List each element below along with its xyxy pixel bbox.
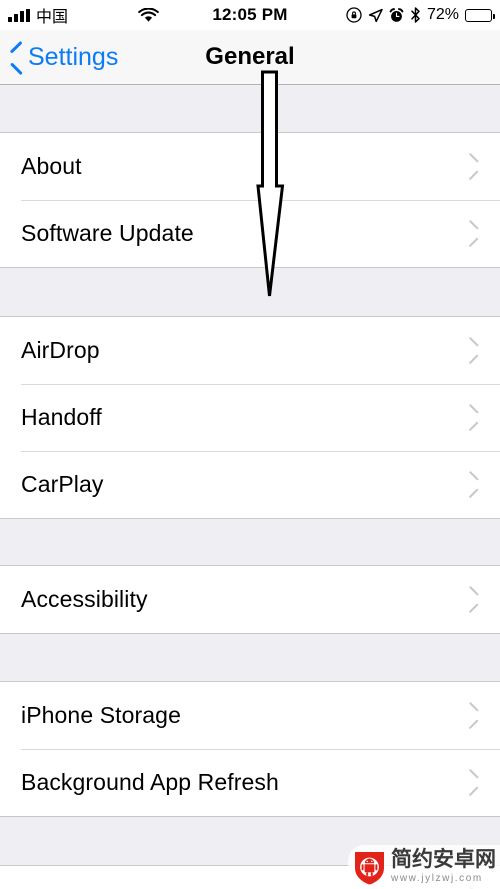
settings-list: About Software Update AirDrop Handoff Ca… <box>0 85 500 889</box>
table-row[interactable]: AirDrop <box>0 317 500 384</box>
back-button-label: Settings <box>28 42 119 71</box>
site-watermark: 简约安卓网 www.jylzwj.com <box>343 845 500 889</box>
status-bar: 中国 12:05 PM 72% <box>0 0 500 30</box>
settings-group-2: AirDrop Handoff CarPlay <box>0 316 500 519</box>
section-gap <box>0 634 500 681</box>
table-row[interactable]: Software Update <box>0 200 500 267</box>
alarm-clock-icon <box>389 7 404 23</box>
chevron-right-icon <box>469 341 480 360</box>
status-bar-right: 72% <box>250 6 495 24</box>
table-row[interactable]: Handoff <box>0 384 500 451</box>
watermark-text: 简约安卓网 www.jylzwj.com <box>391 849 496 884</box>
table-row[interactable]: About <box>0 133 500 200</box>
chevron-right-icon <box>469 590 480 609</box>
back-button[interactable]: Settings <box>0 43 118 72</box>
chevron-right-icon <box>469 157 480 176</box>
table-row[interactable]: iPhone Storage <box>0 682 500 749</box>
bluetooth-icon <box>410 7 421 23</box>
battery-icon <box>465 8 495 22</box>
chevron-right-icon <box>469 408 480 427</box>
rotation-lock-icon <box>346 7 362 23</box>
row-label: Background App Refresh <box>21 769 279 795</box>
watermark-site-name: 简约安卓网 <box>391 848 496 872</box>
chevron-right-icon <box>469 224 480 243</box>
chevron-left-icon <box>10 46 23 68</box>
table-row[interactable]: Accessibility <box>0 566 500 633</box>
row-label: About <box>21 153 82 179</box>
row-label: Software Update <box>21 220 194 246</box>
location-arrow-icon <box>368 8 383 23</box>
chevron-right-icon <box>469 706 480 725</box>
iphone-settings-screen: 中国 12:05 PM 72% Settings General About S… <box>0 0 500 889</box>
section-gap <box>0 268 500 316</box>
android-shield-logo <box>353 849 386 885</box>
settings-group-3: Accessibility <box>0 565 500 634</box>
settings-group-4: iPhone Storage Background App Refresh <box>0 681 500 817</box>
row-label: Handoff <box>21 404 102 430</box>
row-label: Accessibility <box>21 586 148 612</box>
section-gap <box>0 519 500 565</box>
chevron-right-icon <box>469 475 480 494</box>
section-gap <box>0 85 500 132</box>
row-label: AirDrop <box>21 337 100 363</box>
row-label: CarPlay <box>21 471 104 497</box>
battery-percent-label: 72% <box>426 6 459 23</box>
watermark-url: www.jylzwj.com <box>391 872 483 884</box>
chevron-right-icon <box>469 773 480 792</box>
settings-group-1: About Software Update <box>0 132 500 268</box>
row-label: iPhone Storage <box>21 702 181 728</box>
table-row[interactable]: Background App Refresh <box>0 749 500 816</box>
navigation-bar: Settings General <box>0 30 500 85</box>
table-row[interactable]: CarPlay <box>0 451 500 518</box>
